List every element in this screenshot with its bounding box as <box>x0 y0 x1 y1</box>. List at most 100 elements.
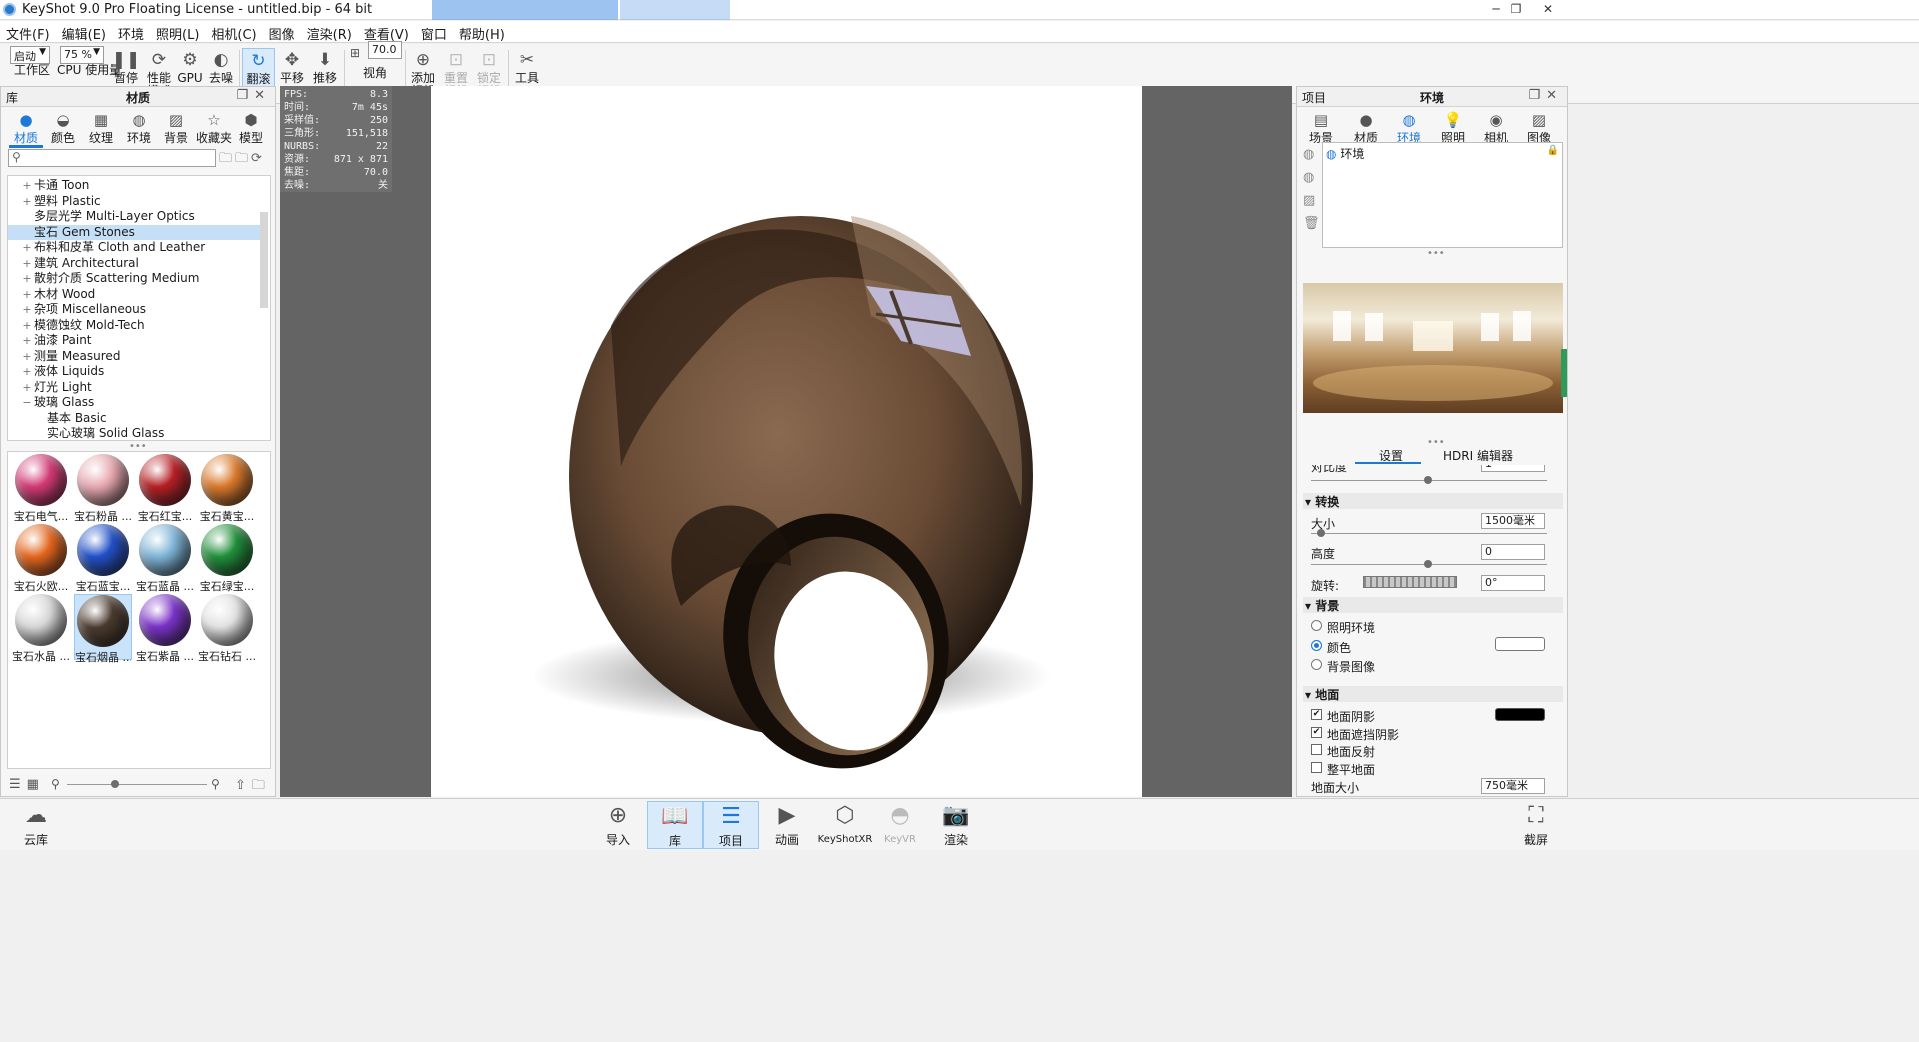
tab-camera[interactable]: ◉ 相机 <box>1474 111 1518 146</box>
zoom-in-icon[interactable]: ⚲ <box>211 777 220 791</box>
subtab-hdri-editor[interactable]: HDRI 编辑器 <box>1443 447 1513 464</box>
fov-input[interactable]: 70.0 <box>368 41 402 59</box>
expand-icon[interactable]: + <box>20 318 34 333</box>
material-thumbnail[interactable]: 宝石蓝晶 ... <box>136 524 194 593</box>
keyvr-button[interactable]: ◓ KeyVR <box>872 801 928 849</box>
tab-environment[interactable]: ◍ 环境 <box>1387 111 1431 146</box>
tree-item[interactable]: 实心玻璃 Solid Glass <box>8 426 260 440</box>
environment-list-item[interactable]: ◍ 环境 <box>1326 145 1364 162</box>
expand-icon[interactable]: + <box>20 240 34 255</box>
panel-scrollbar-thumb[interactable] <box>1561 349 1567 397</box>
tree-item[interactable]: 多层光学 Multi-Layer Optics <box>8 209 260 224</box>
tab-lighting[interactable]: 💡 照明 <box>1431 111 1475 146</box>
tree-item[interactable]: + 布料和皮革 Cloth and Leather <box>8 240 260 255</box>
menu-window[interactable]: 窗口 <box>415 21 453 43</box>
ground-section-header[interactable]: ▾ 地面 <box>1303 686 1563 702</box>
render-button[interactable]: 📷 渲染 <box>928 801 984 849</box>
import-button[interactable]: ⊕ 导入 <box>590 801 646 849</box>
zoom-out-icon[interactable]: ⚲ <box>51 777 60 791</box>
material-thumbnail[interactable]: 宝石电气... <box>12 454 70 523</box>
material-thumbnail[interactable]: 宝石火欧... <box>12 524 70 593</box>
menu-render[interactable]: 渲染(R) <box>301 21 358 43</box>
expand-icon[interactable]: + <box>20 302 34 317</box>
project-button[interactable]: ☰ 项目 <box>703 801 759 849</box>
keyshotxr-button[interactable]: ⬡ KeyShotXR <box>815 801 875 849</box>
expand-icon[interactable]: + <box>20 194 34 209</box>
expand-icon[interactable]: + <box>20 333 34 348</box>
menu-file[interactable]: 文件(F) <box>0 21 56 43</box>
material-thumbnail[interactable]: 宝石粉晶 ... <box>74 454 132 523</box>
restore-button[interactable]: ❐ <box>1500 1 1532 18</box>
material-thumbnail[interactable]: 宝石烟晶 ... <box>74 594 132 664</box>
tree-item[interactable]: + 油漆 Paint <box>8 333 260 348</box>
workspace-select[interactable]: 启动 ▼ <box>10 46 50 64</box>
cpu-usage-select[interactable]: 75 % ▼ <box>60 46 104 64</box>
screenshot-button[interactable]: ⛶ 截屏 <box>1508 801 1564 849</box>
environment-side-tools[interactable]: ◍ ◍ ▨ 🗑 <box>1303 143 1320 235</box>
rotation-input[interactable]: 0° <box>1481 575 1545 591</box>
panel-window-buttons[interactable]: ❐✕ <box>1528 88 1563 103</box>
delete-icon[interactable]: 🗑 <box>1303 212 1320 235</box>
material-thumbnail[interactable]: 宝石紫晶 ... <box>136 594 194 663</box>
material-thumbnail[interactable]: 宝石绿宝... <box>198 524 256 593</box>
thumbnail-size-slider-knob[interactable] <box>111 780 119 788</box>
cloud-library-button[interactable]: ☁ 云库 <box>8 801 64 849</box>
view-mode-icons[interactable]: ☰▦ <box>9 777 45 792</box>
close-button[interactable]: ✕ <box>1532 1 1564 18</box>
contrast-input[interactable]: 1 <box>1481 465 1545 472</box>
collapse-icon[interactable]: − <box>20 395 34 410</box>
hdri-environment-preview[interactable] <box>1303 283 1563 413</box>
thumbnail-size-slider[interactable] <box>67 784 207 785</box>
size-input[interactable]: 1500毫米 <box>1481 513 1545 529</box>
background-radio[interactable] <box>1311 620 1322 631</box>
tree-scrollbar[interactable] <box>260 212 268 308</box>
expand-icon[interactable]: + <box>20 178 34 193</box>
ground-checkbox[interactable] <box>1311 761 1322 773</box>
material-thumbnail[interactable]: 宝石黄宝... <box>198 454 256 523</box>
tree-item[interactable]: + 散射介质 Scattering Medium <box>8 271 260 286</box>
upload-import-icons[interactable]: ⇧🗀 <box>235 776 271 798</box>
expand-icon[interactable]: + <box>20 349 34 364</box>
panel-window-buttons[interactable]: ❐✕ <box>236 88 271 103</box>
folder-actions-icons[interactable]: 🗀🗀⟳ <box>219 149 265 171</box>
ground-size-input[interactable]: 750毫米 <box>1481 778 1545 794</box>
material-thumbnail[interactable]: 宝石红宝... <box>136 454 194 523</box>
tree-item[interactable]: + 模德蚀纹 Mold-Tech <box>8 318 260 333</box>
library-button[interactable]: 📖 库 <box>647 801 703 849</box>
background-radio[interactable] <box>1311 659 1322 670</box>
tab-scene[interactable]: ▤ 场景 <box>1299 111 1343 146</box>
ground-checkbox[interactable] <box>1311 744 1322 755</box>
height-slider-knob[interactable] <box>1424 560 1432 568</box>
rotation-dial[interactable] <box>1363 576 1457 588</box>
tree-item[interactable]: + 卡通 Toon <box>8 178 260 193</box>
library-search-input[interactable]: ⚲ <box>8 149 216 167</box>
menu-edit[interactable]: 编辑(E) <box>56 21 112 43</box>
menu-camera[interactable]: 相机(C) <box>205 21 262 43</box>
menu-help[interactable]: 帮助(H) <box>453 21 511 43</box>
tree-item[interactable]: 宝石 Gem Stones <box>8 224 260 240</box>
transform-section-header[interactable]: ▾ 转换 <box>1303 493 1563 509</box>
tree-item[interactable]: − 玻璃 Glass <box>8 395 260 410</box>
tree-item[interactable]: + 建筑 Architectural <box>8 256 260 271</box>
size-slider[interactable] <box>1311 533 1547 534</box>
tab-image[interactable]: ▨ 图像 <box>1517 111 1561 146</box>
background-color-swatch[interactable] <box>1495 637 1545 651</box>
tree-item[interactable]: + 灯光 Light <box>8 380 260 395</box>
background-section-header[interactable]: ▾ 背景 <box>1303 597 1563 613</box>
height-input[interactable]: 0 <box>1481 544 1545 560</box>
duplicate-environment-icon[interactable]: ◍ <box>1303 166 1320 189</box>
tree-item[interactable]: + 塑料 Plastic <box>8 194 260 209</box>
menu-environment[interactable]: 环境 <box>112 21 150 43</box>
tree-item[interactable]: + 杂项 Miscellaneous <box>8 302 260 317</box>
expand-icon[interactable]: + <box>20 364 34 379</box>
render-canvas[interactable] <box>431 86 1142 797</box>
size-slider-knob[interactable] <box>1317 529 1325 537</box>
render-viewport[interactable]: FPS: 8.3 时间: 7m 45s 采样值: 250 三角形: 151,518 NURBS:… <box>280 86 1292 797</box>
expand-icon[interactable]: + <box>20 287 34 302</box>
tab-models[interactable]: ⬢ 模型 <box>229 111 273 146</box>
environment-image-icon[interactable]: ▨ <box>1303 189 1320 212</box>
ground-shadow-color-swatch[interactable] <box>1495 708 1545 721</box>
animation-button[interactable]: ▶ 动画 <box>759 801 815 849</box>
tree-item[interactable]: 基本 Basic <box>8 411 260 426</box>
splitter-handle[interactable]: ••• <box>1427 248 1445 259</box>
